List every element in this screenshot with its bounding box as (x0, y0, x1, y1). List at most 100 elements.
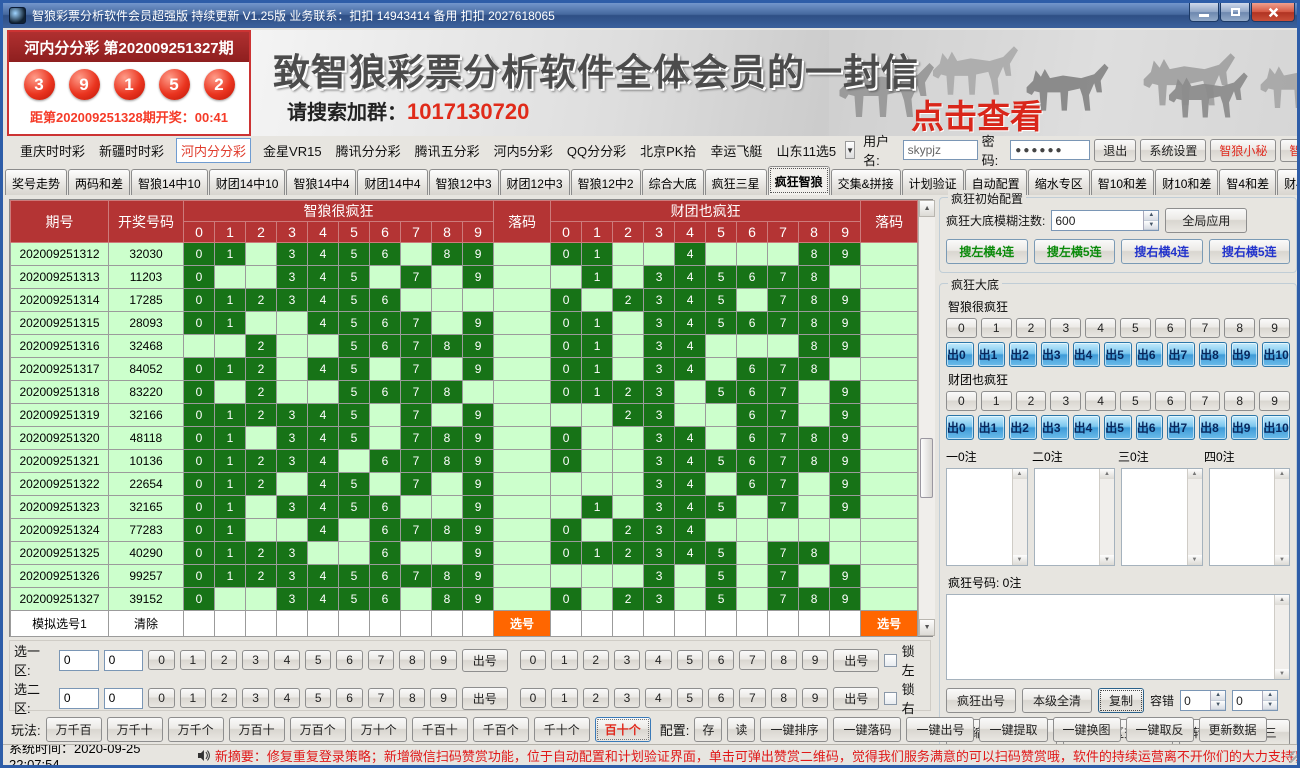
zhilang-cell-0[interactable]: 0 (184, 565, 215, 588)
digit-button-1-9[interactable]: 9 (1259, 391, 1290, 411)
pick-button-right[interactable]: 选号 (861, 611, 918, 637)
caituan-cell-5[interactable] (706, 427, 737, 450)
zhilang-cell-7[interactable]: 7 (401, 450, 432, 473)
crazy-action-button-1[interactable]: 本级全清 (1022, 688, 1092, 713)
zhilang-cell-2[interactable] (246, 243, 277, 266)
zhilang-cell-4[interactable]: 4 (308, 312, 339, 335)
luoma-cell[interactable] (494, 427, 551, 450)
caituan-cell-0[interactable]: 0 (551, 243, 582, 266)
caituan-cell-8[interactable]: 8 (799, 588, 830, 611)
scroll-down-icon[interactable]: ▼ (1100, 555, 1114, 565)
zone-digit-button-8[interactable]: 8 (771, 688, 797, 708)
luoma-cell[interactable] (494, 496, 551, 519)
caituan-cell-0[interactable]: 0 (551, 450, 582, 473)
zone-digit-button-4[interactable]: 4 (645, 650, 671, 670)
caituan-cell-6[interactable] (737, 335, 768, 358)
zhilang-cell-5[interactable]: 5 (339, 473, 370, 496)
zhilang-cell-0[interactable]: 0 (184, 473, 215, 496)
caituan-cell-9[interactable]: 9 (830, 588, 861, 611)
zone-combo-1-0[interactable]: 0 (59, 688, 99, 709)
zhilang-cell-7[interactable]: 7 (401, 358, 432, 381)
caituan-cell-3[interactable]: 3 (644, 542, 675, 565)
zone-digit-button-4[interactable]: 4 (274, 688, 300, 708)
zone-digit-button-9[interactable]: 9 (802, 650, 828, 670)
method-button-9[interactable]: 百十个 (595, 717, 651, 742)
caituan-cell-1[interactable]: 1 (582, 542, 613, 565)
method-button-6[interactable]: 千百十 (412, 717, 468, 742)
nav-item-3[interactable]: 金星VR15 (263, 141, 322, 160)
luoma-cell[interactable] (861, 427, 918, 450)
chu-button-1-0[interactable]: 出0 (946, 415, 974, 440)
digit-button-1-5[interactable]: 5 (1120, 391, 1151, 411)
caituan-cell-8[interactable]: 8 (799, 542, 830, 565)
zone-digit-button-1[interactable]: 1 (551, 650, 577, 670)
caituan-cell-1[interactable] (582, 427, 613, 450)
zone-digit-button-3[interactable]: 3 (614, 650, 640, 670)
caituan-cell-6[interactable]: 6 (737, 312, 768, 335)
luoma-cell[interactable] (861, 588, 918, 611)
method-button-3[interactable]: 万百十 (229, 717, 285, 742)
zhilang-cell-4[interactable]: 4 (308, 404, 339, 427)
caituan-cell-6[interactable]: 6 (737, 404, 768, 427)
zhilang-cell-1[interactable]: 1 (215, 565, 246, 588)
zhilang-cell-2[interactable]: 2 (246, 289, 277, 312)
caituan-cell-9[interactable]: 9 (830, 473, 861, 496)
zhilang-cell-9[interactable]: 9 (463, 266, 494, 289)
caituan-cell-8[interactable] (799, 565, 830, 588)
zhilang-cell-3[interactable]: 3 (277, 404, 308, 427)
chu-button-1-10[interactable]: 出10 (1262, 415, 1290, 440)
zhilang-cell-6[interactable]: 6 (370, 243, 401, 266)
scroll-up-icon[interactable]: ▲ (1100, 469, 1114, 479)
config-button-1[interactable]: 读 (727, 717, 755, 742)
chu-button-1-1[interactable]: 出1 (978, 415, 1006, 440)
zhilang-cell-3[interactable]: 3 (277, 289, 308, 312)
nav-item-9[interactable]: 幸运飞艇 (710, 141, 762, 160)
chu-button-1-4[interactable]: 出4 (1073, 415, 1101, 440)
caituan-cell-6[interactable]: 6 (737, 266, 768, 289)
zhilang-cell-9[interactable]: 9 (463, 450, 494, 473)
caituan-cell-8[interactable] (799, 404, 830, 427)
tab-10[interactable]: 疯狂三星 (705, 169, 767, 195)
tab-1[interactable]: 两码和差 (68, 169, 130, 195)
zhilang-cell-4[interactable]: 4 (308, 519, 339, 542)
caituan-cell-5[interactable]: 5 (706, 565, 737, 588)
luoma-cell[interactable] (861, 381, 918, 404)
caituan-cell-4[interactable]: 4 (675, 542, 706, 565)
zhilang-cell-9[interactable]: 9 (463, 335, 494, 358)
digit-button-1-6[interactable]: 6 (1155, 391, 1186, 411)
chu-button-0-0[interactable]: 出0 (946, 342, 974, 367)
luoma-cell[interactable] (494, 335, 551, 358)
zhilang-cell-0[interactable]: 0 (184, 496, 215, 519)
caituan-cell-8[interactable]: 8 (799, 289, 830, 312)
chu-button-0-9[interactable]: 出9 (1231, 342, 1259, 367)
caituan-cell-8[interactable] (799, 496, 830, 519)
zone-digit-button-2[interactable]: 2 (211, 650, 237, 670)
tolerance-value-0[interactable]: 0 (1181, 691, 1210, 710)
chu-button-1-5[interactable]: 出5 (1104, 415, 1132, 440)
tolerance-spinner-0[interactable]: 0▲▼ (1180, 690, 1226, 711)
method-button-8[interactable]: 千十个 (534, 717, 590, 742)
zhilang-cell-6[interactable] (370, 404, 401, 427)
zone-digit-button-3[interactable]: 3 (242, 650, 268, 670)
zhilang-cell-0[interactable]: 0 (184, 519, 215, 542)
zhilang-cell-2[interactable]: 2 (246, 404, 277, 427)
luoma-cell[interactable] (494, 565, 551, 588)
zhilang-cell-4[interactable]: 4 (308, 427, 339, 450)
caituan-cell-9[interactable]: 9 (830, 312, 861, 335)
tolerance-value-1[interactable]: 0 (1233, 691, 1262, 710)
zhilang-cell-9[interactable]: 9 (463, 588, 494, 611)
luoma-cell[interactable] (494, 381, 551, 404)
scroll-down-icon[interactable]: ▼ (1013, 555, 1027, 565)
zhilang-cell-4[interactable]: 4 (308, 588, 339, 611)
zhilang-cell-3[interactable]: 3 (277, 450, 308, 473)
zhilang-cell-3[interactable]: 3 (277, 588, 308, 611)
caituan-cell-5[interactable]: 5 (706, 289, 737, 312)
zhilang-cell-5[interactable]: 5 (339, 312, 370, 335)
tab-3[interactable]: 财团14中10 (209, 169, 286, 195)
zhilang-cell-7[interactable] (401, 542, 432, 565)
caituan-cell-8[interactable]: 8 (799, 358, 830, 381)
zhilang-cell-3[interactable] (277, 473, 308, 496)
caituan-cell-0[interactable]: 0 (551, 289, 582, 312)
caituan-cell-2[interactable] (613, 335, 644, 358)
caituan-cell-4[interactable]: 4 (675, 266, 706, 289)
